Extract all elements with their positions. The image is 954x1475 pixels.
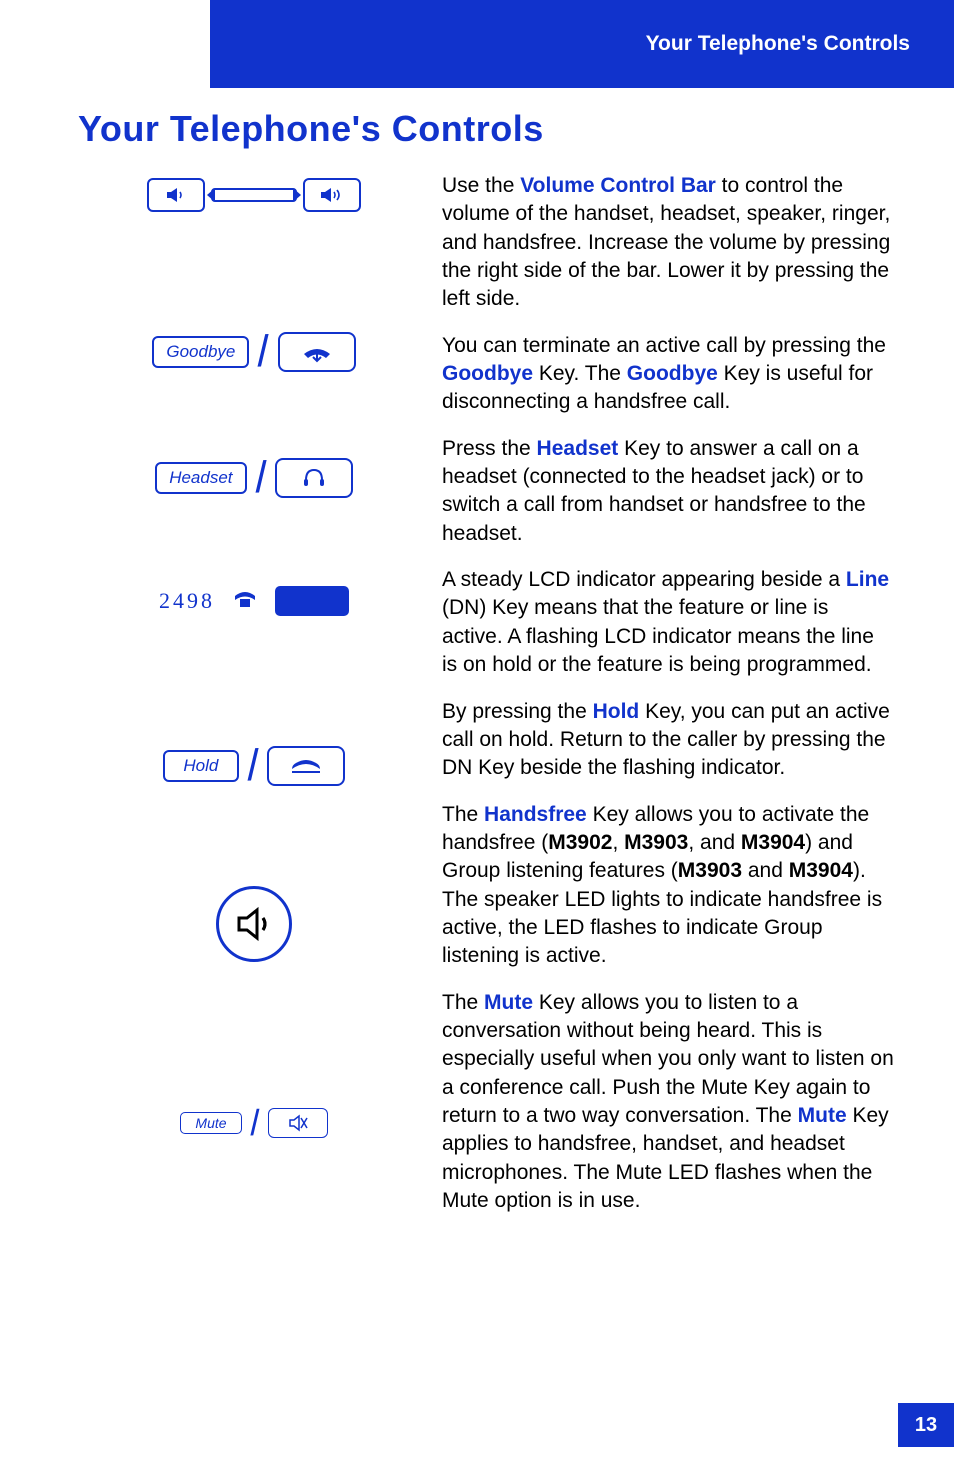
mute-icon	[287, 1113, 309, 1133]
headset-icon-key[interactable]	[275, 458, 353, 498]
line-key-diagram: 2498	[78, 586, 430, 616]
hold-icon-key[interactable]	[267, 746, 345, 786]
headset-key-label: Headset	[169, 468, 232, 488]
page-number: 13	[915, 1414, 937, 1437]
mute-description: The Mute Key allows you to listen to a c…	[442, 989, 894, 1216]
description-column: Use the Volume Control Bar to control th…	[430, 172, 894, 1233]
hold-key-label: Hold	[183, 756, 218, 776]
hold-term: Hold	[593, 700, 640, 723]
page-title: Your Telephone's Controls	[78, 108, 544, 150]
mute-key-diagram: Mute /	[78, 1108, 430, 1138]
goodbye-description: You can terminate an active call by pres…	[442, 332, 894, 417]
line-term: Line	[846, 568, 889, 591]
mute-icon-key[interactable]	[268, 1108, 328, 1138]
handsfree-button[interactable]	[216, 886, 292, 962]
slash-divider: /	[257, 336, 270, 367]
speaker-high-icon	[319, 186, 345, 204]
goodbye-key-diagram: Goodbye /	[78, 332, 430, 372]
line-description: A steady LCD indicator appearing beside …	[442, 566, 894, 679]
mute-term: Mute	[798, 1104, 847, 1127]
headset-icon	[301, 466, 327, 490]
handsfree-description: The Handsfree Key allows you to activate…	[442, 801, 894, 971]
diagram-column: Goodbye / Headset /	[78, 172, 430, 1233]
volume-control-bar-term: Volume Control Bar	[520, 174, 716, 197]
goodbye-icon-key[interactable]	[278, 332, 356, 372]
goodbye-label-key[interactable]: Goodbye	[152, 336, 249, 368]
volume-description: Use the Volume Control Bar to control th…	[442, 172, 894, 314]
headset-term: Headset	[537, 437, 619, 460]
header-section-title: Your Telephone's Controls	[646, 32, 910, 56]
hangup-icon	[300, 340, 334, 364]
speaker-low-icon	[165, 186, 187, 204]
hold-label-key[interactable]: Hold	[163, 750, 239, 782]
page-header: Your Telephone's Controls	[210, 0, 954, 88]
mute-term: Mute	[484, 991, 533, 1014]
headset-description: Press the Headset Key to answer a call o…	[442, 435, 894, 548]
hold-key-diagram: Hold /	[78, 746, 430, 786]
handsfree-key-diagram	[78, 886, 430, 962]
phone-icon	[231, 587, 259, 616]
content-area: Goodbye / Headset /	[78, 172, 894, 1233]
slash-divider: /	[246, 750, 259, 781]
mute-key-label: Mute	[195, 1115, 226, 1131]
hold-description: By pressing the Hold Key, you can put an…	[442, 698, 894, 783]
goodbye-term: Goodbye	[627, 362, 718, 385]
volume-bar[interactable]	[211, 188, 297, 202]
volume-control-diagram	[78, 172, 430, 212]
goodbye-term: Goodbye	[442, 362, 533, 385]
slash-divider: /	[254, 462, 267, 493]
headset-label-key[interactable]: Headset	[155, 462, 247, 494]
volume-down-button[interactable]	[147, 178, 205, 212]
mute-label-key[interactable]: Mute	[180, 1112, 242, 1134]
headset-key-diagram: Headset /	[78, 458, 430, 498]
page-number-tab: 13	[898, 1403, 954, 1447]
receiver-icon	[286, 755, 326, 777]
goodbye-key-label: Goodbye	[166, 342, 235, 362]
line-dn-key[interactable]	[275, 586, 349, 616]
speaker-icon	[233, 906, 275, 942]
line-number: 2498	[159, 588, 215, 614]
slash-divider: /	[250, 1110, 261, 1136]
volume-up-button[interactable]	[303, 178, 361, 212]
handsfree-term: Handsfree	[484, 803, 587, 826]
